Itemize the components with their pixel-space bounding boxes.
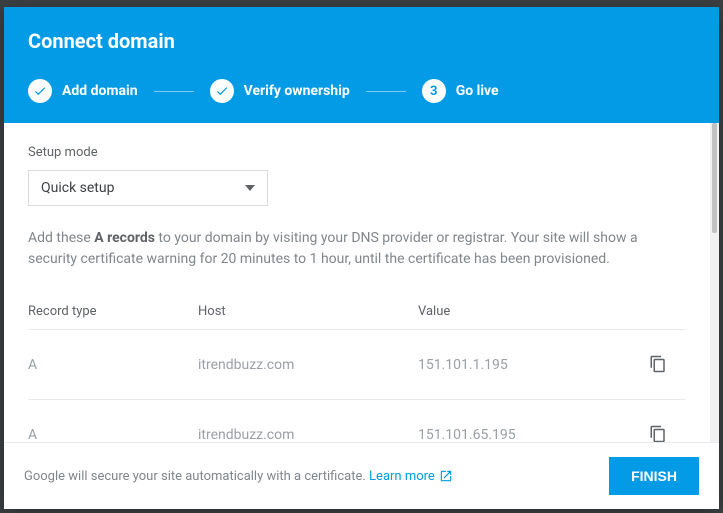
th-value: Value <box>418 294 646 330</box>
connect-domain-dialog: Connect domain Add domain Verify ownersh… <box>4 7 719 509</box>
instructions-text: Add these A records to your domain by vi… <box>28 228 686 270</box>
th-host: Host <box>198 294 418 330</box>
step-label: Go live <box>456 83 499 99</box>
setup-mode-label: Setup mode <box>28 145 686 160</box>
table-row: A itrendbuzz.com 151.101.65.195 <box>28 400 686 443</box>
learn-more-label: Learn more <box>369 469 435 484</box>
step-number-icon: 3 <box>422 79 446 103</box>
cell-type: A <box>28 400 198 443</box>
records-table: Record type Host Value A itrendbuzz.com … <box>28 294 686 442</box>
finish-button[interactable]: Finish <box>609 457 699 495</box>
copy-icon[interactable] <box>646 422 670 442</box>
instructions-pre: Add these <box>28 230 94 246</box>
step-add-domain: Add domain <box>28 79 138 103</box>
instructions-bold: A records <box>94 230 155 246</box>
external-link-icon <box>439 469 453 483</box>
scrollbar[interactable] <box>710 123 719 442</box>
stepper-connector <box>154 91 194 92</box>
learn-more-link[interactable]: Learn more <box>369 469 453 484</box>
step-label: Verify ownership <box>244 83 350 99</box>
step-verify-ownership: Verify ownership <box>210 79 350 103</box>
stepper-connector <box>366 91 406 92</box>
footer-note: Google will secure your site automatical… <box>24 469 369 484</box>
check-icon <box>210 79 234 103</box>
cell-host: itrendbuzz.com <box>198 330 418 400</box>
setup-mode-value: Quick setup <box>41 180 114 196</box>
stepper: Add domain Verify ownership 3 Go live <box>28 79 695 103</box>
cell-value: 151.101.1.195 <box>418 330 646 400</box>
cell-value: 151.101.65.195 <box>418 400 646 443</box>
cell-type: A <box>28 330 198 400</box>
table-row: A itrendbuzz.com 151.101.1.195 <box>28 330 686 400</box>
dialog-header: Connect domain Add domain Verify ownersh… <box>4 7 719 123</box>
setup-mode-select[interactable]: Quick setup <box>28 170 268 206</box>
dialog-title: Connect domain <box>28 29 695 53</box>
th-record-type: Record type <box>28 294 198 330</box>
step-go-live: 3 Go live <box>422 79 499 103</box>
check-icon <box>28 79 52 103</box>
chevron-down-icon <box>245 185 255 191</box>
step-label: Add domain <box>62 83 138 99</box>
copy-icon[interactable] <box>646 352 670 376</box>
footer-text: Google will secure your site automatical… <box>24 469 453 484</box>
dialog-body: Setup mode Quick setup Add these A recor… <box>4 123 710 442</box>
dialog-footer: Google will secure your site automatical… <box>4 442 719 509</box>
scrollbar-thumb[interactable] <box>712 123 717 233</box>
cell-host: itrendbuzz.com <box>198 400 418 443</box>
